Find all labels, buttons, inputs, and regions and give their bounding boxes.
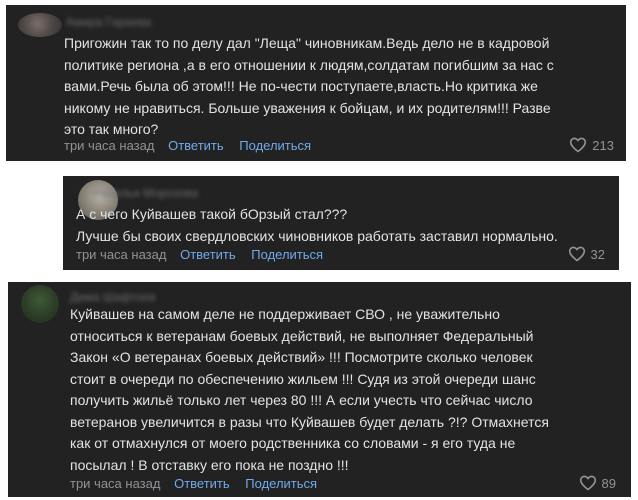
- heart-outline-icon: [569, 137, 587, 153]
- heart-outline-icon: [568, 246, 586, 262]
- avatar[interactable]: [21, 285, 59, 323]
- like-count: 213: [592, 137, 614, 153]
- author-name[interactable]: Наталья Морозова: [93, 186, 198, 200]
- comment-card: Дима Шафтоев Куйвашев на самом деле не п…: [8, 282, 631, 497]
- avatar[interactable]: [18, 13, 62, 37]
- reply-button[interactable]: Ответить: [168, 138, 224, 153]
- reply-button[interactable]: Ответить: [174, 476, 230, 491]
- comment-footer: три часа назад Ответить Поделиться: [76, 247, 335, 262]
- heart-outline-icon: [579, 475, 597, 491]
- comment-footer: три часа назад Ответить Поделиться: [70, 476, 329, 491]
- share-button[interactable]: Поделиться: [245, 476, 317, 491]
- timestamp: три часа назад: [70, 476, 161, 491]
- comment-text: А с чего Куйвашев такой бОрзый стал??? Л…: [76, 206, 558, 244]
- like-button[interactable]: 213: [569, 137, 614, 153]
- comment-card: Амира Гараева Пригожин так то по делу да…: [6, 5, 626, 161]
- reply-button[interactable]: Ответить: [180, 247, 236, 262]
- like-count: 32: [590, 246, 605, 262]
- share-button[interactable]: Поделиться: [251, 247, 323, 262]
- author-name[interactable]: Дима Шафтоев: [70, 290, 155, 304]
- comment-text: Куйвашев на самом деле не поддерживает С…: [70, 306, 549, 473]
- author-name[interactable]: Амира Гараева: [66, 15, 151, 29]
- share-button[interactable]: Поделиться: [239, 138, 311, 153]
- like-button[interactable]: 89: [579, 475, 616, 491]
- like-button[interactable]: 32: [568, 246, 605, 262]
- timestamp: три часа назад: [64, 138, 155, 153]
- comment-card: Наталья Морозова А с чего Куйвашев такой…: [63, 176, 619, 270]
- comment-footer: три часа назад Ответить Поделиться: [64, 138, 323, 153]
- comment-text: Пригожин так то по делу дал "Леща" чинов…: [64, 35, 554, 137]
- timestamp: три часа назад: [76, 247, 167, 262]
- like-count: 89: [601, 475, 616, 491]
